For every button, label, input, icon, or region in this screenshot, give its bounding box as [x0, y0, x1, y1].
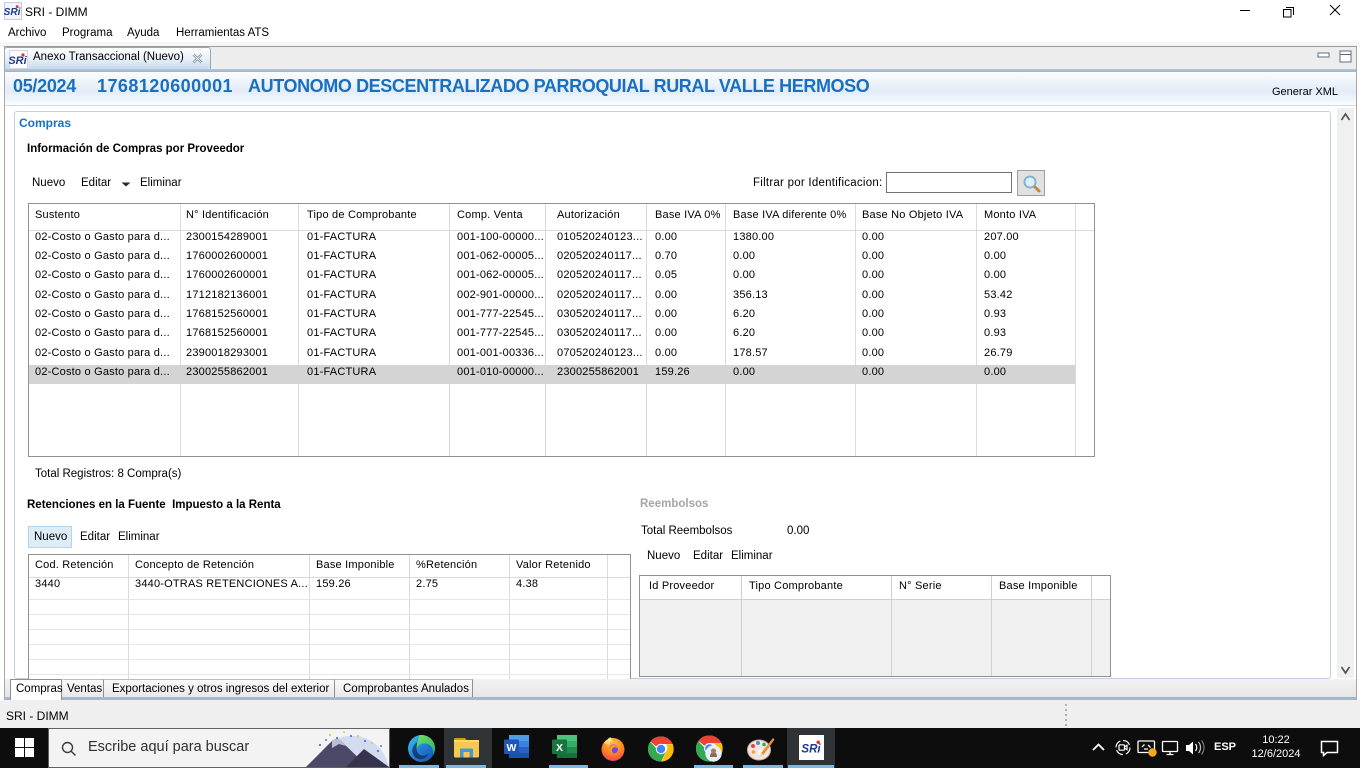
svg-text:SRi: SRi [4, 7, 21, 18]
svg-text:SRi: SRi [9, 55, 28, 67]
svg-text:W: W [507, 742, 517, 754]
svg-text:SRi: SRi [801, 744, 821, 756]
svg-text:X: X [556, 742, 563, 754]
